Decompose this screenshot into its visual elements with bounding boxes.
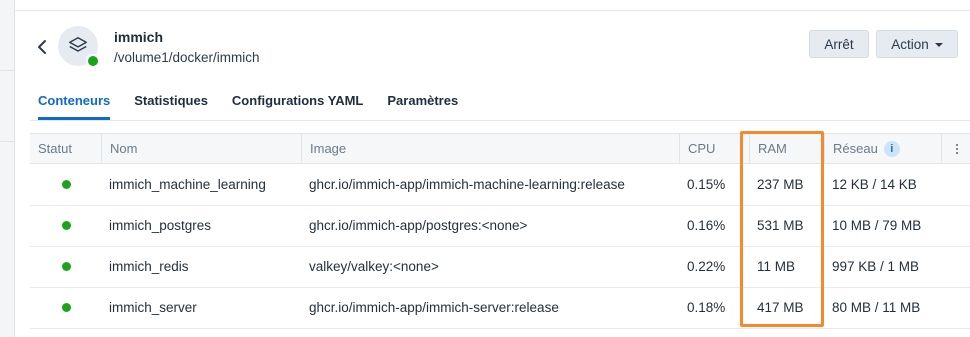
column-header-image[interactable]: Image	[301, 134, 679, 163]
info-icon[interactable]: i	[883, 140, 900, 157]
left-panel-edge	[0, 0, 15, 337]
column-header-status[interactable]: Statut	[30, 134, 101, 163]
chevron-left-icon	[38, 40, 46, 54]
container-network: 80 MB / 11 MB	[832, 300, 921, 315]
container-cpu: 0.18%	[687, 300, 726, 315]
project-icon	[58, 26, 100, 68]
container-ram: 417 MB	[757, 300, 804, 315]
status-running-dot	[62, 303, 71, 312]
column-header-cpu[interactable]: CPU	[679, 134, 749, 163]
tab-parametres[interactable]: Paramètres	[387, 93, 458, 120]
status-running-dot	[62, 221, 71, 230]
container-cpu: 0.16%	[687, 218, 726, 233]
container-cpu: 0.15%	[687, 177, 726, 192]
table-row[interactable]: immich_postgres ghcr.io/immich-app/postg…	[30, 205, 970, 247]
action-menu-button[interactable]: Action	[876, 30, 958, 58]
tabs-divider	[30, 120, 970, 121]
column-options-button[interactable]	[941, 134, 970, 163]
table-header: Statut Nom Image CPU RAM Réseau i	[30, 134, 970, 164]
containers-table: Statut Nom Image CPU RAM Réseau i immich_…	[30, 133, 970, 329]
container-name: immich_server	[109, 300, 197, 315]
tab-configurations-yaml[interactable]: Configurations YAML	[232, 93, 363, 120]
column-header-ram[interactable]: RAM	[749, 134, 824, 163]
project-path: /volume1/docker/immich	[114, 50, 260, 65]
container-ram: 531 MB	[757, 218, 804, 233]
container-name: immich_redis	[109, 259, 189, 274]
action-button-label: Action	[891, 36, 929, 52]
status-running-dot	[62, 262, 71, 271]
column-header-network[interactable]: Réseau i	[824, 134, 941, 163]
container-name: immich_postgres	[109, 218, 212, 233]
caret-down-icon	[934, 42, 943, 47]
container-cpu: 0.22%	[687, 259, 726, 274]
stop-button-label: Arrêt	[824, 36, 854, 52]
tab-conteneurs[interactable]: Conteneurs	[38, 93, 111, 120]
container-image: ghcr.io/immich-app/immich-server:release	[309, 300, 559, 315]
back-button[interactable]	[32, 36, 52, 58]
tab-statistiques[interactable]: Statistiques	[134, 93, 208, 120]
container-network: 12 KB / 14 KB	[832, 177, 917, 192]
table-row[interactable]: immich_machine_learning ghcr.io/immich-a…	[30, 164, 970, 206]
container-ram: 237 MB	[757, 177, 804, 192]
tab-bar: Conteneurs Statistiques Configurations Y…	[38, 93, 482, 123]
status-running-dot	[62, 180, 71, 189]
container-image: ghcr.io/immich-app/postgres:<none>	[309, 218, 528, 233]
left-panel-item	[0, 70, 14, 142]
container-ram: 11 MB	[757, 259, 796, 274]
container-image: ghcr.io/immich-app/immich-machine-learni…	[309, 177, 625, 192]
container-image: valkey/valkey:<none>	[309, 259, 439, 274]
container-network: 997 KB / 1 MB	[832, 259, 920, 274]
table-row[interactable]: immich_server ghcr.io/immich-app/immich-…	[30, 287, 970, 329]
table-row[interactable]: immich_redis valkey/valkey:<none> 0.22% …	[30, 246, 970, 288]
layers-icon	[69, 37, 87, 52]
column-header-network-label: Réseau	[833, 141, 878, 156]
column-header-name[interactable]: Nom	[101, 134, 301, 163]
project-title: immich	[114, 29, 164, 45]
project-status-dot	[86, 54, 100, 68]
more-vertical-icon	[955, 143, 958, 155]
container-network: 10 MB / 79 MB	[832, 218, 922, 233]
container-name: immich_machine_learning	[109, 177, 266, 192]
top-divider	[14, 10, 970, 11]
stop-button[interactable]: Arrêt	[809, 30, 869, 58]
